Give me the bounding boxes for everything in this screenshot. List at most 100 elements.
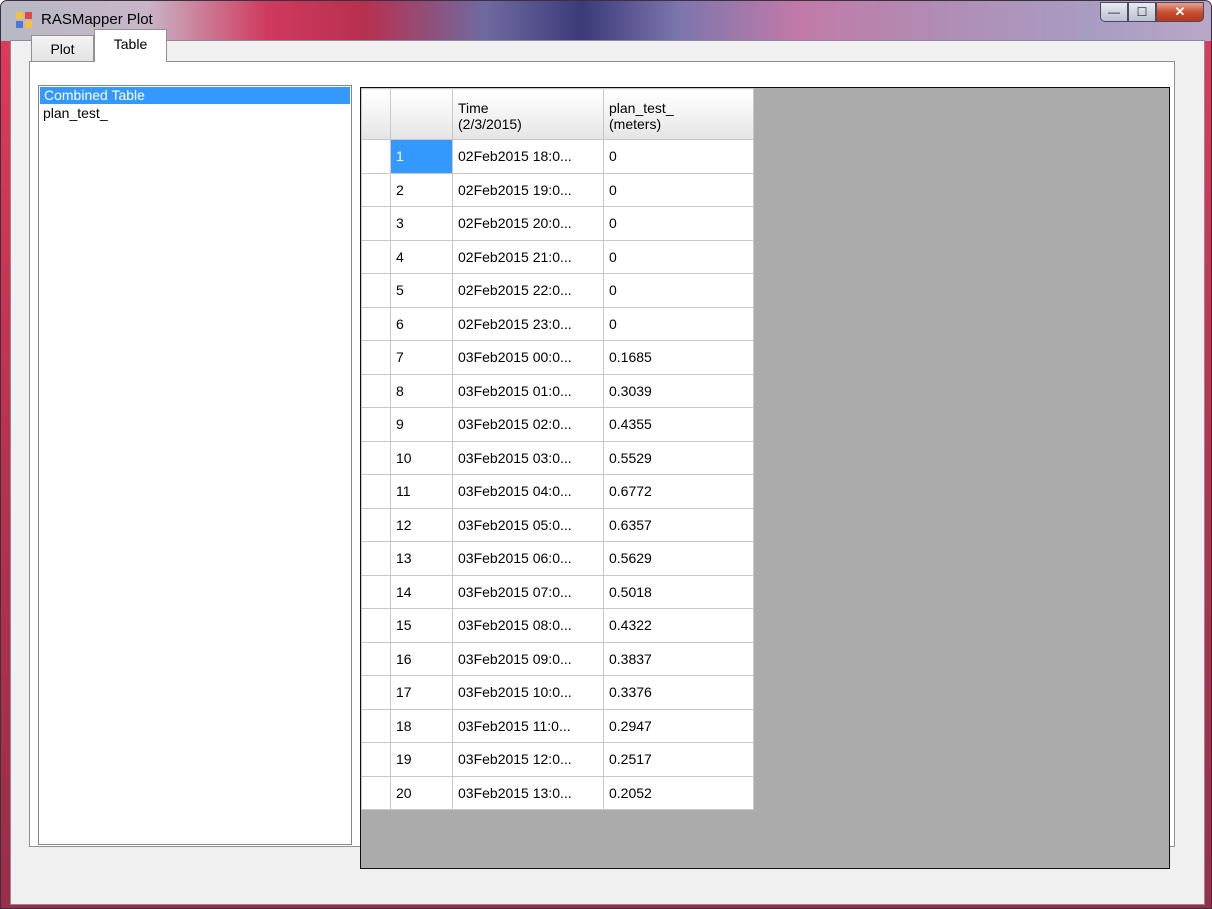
tab-table[interactable]: Table bbox=[94, 29, 167, 62]
row-header[interactable] bbox=[361, 373, 391, 408]
time-cell[interactable]: 02Feb2015 21:0... bbox=[452, 239, 604, 274]
value-cell[interactable]: 0.1685 bbox=[603, 340, 754, 375]
table-row[interactable]: 4 02Feb2015 21:0... 0 bbox=[361, 239, 754, 274]
time-cell[interactable]: 03Feb2015 03:0... bbox=[452, 440, 604, 475]
time-cell[interactable]: 03Feb2015 07:0... bbox=[452, 574, 604, 609]
time-cell[interactable]: 03Feb2015 02:0... bbox=[452, 407, 604, 442]
row-number-cell[interactable]: 16 bbox=[390, 641, 453, 676]
time-cell[interactable]: 03Feb2015 12:0... bbox=[452, 742, 604, 777]
row-header[interactable] bbox=[361, 742, 391, 777]
table-row[interactable]: 10 03Feb2015 03:0... 0.5529 bbox=[361, 440, 754, 475]
list-item-plan-test[interactable]: plan_test_ bbox=[39, 105, 351, 122]
tab-plot[interactable]: Plot bbox=[31, 35, 94, 61]
value-cell[interactable]: 0.4322 bbox=[603, 608, 754, 643]
row-number-cell[interactable]: 10 bbox=[390, 440, 453, 475]
row-number-cell[interactable]: 9 bbox=[390, 407, 453, 442]
value-cell[interactable]: 0 bbox=[603, 139, 754, 174]
time-cell[interactable]: 03Feb2015 09:0... bbox=[452, 641, 604, 676]
value-cell[interactable]: 0.5018 bbox=[603, 574, 754, 609]
value-cell[interactable]: 0 bbox=[603, 239, 754, 274]
table-row[interactable]: 19 03Feb2015 12:0... 0.2517 bbox=[361, 742, 754, 777]
row-number-cell[interactable]: 1 bbox=[390, 139, 453, 174]
row-header[interactable] bbox=[361, 541, 391, 576]
value-cell[interactable]: 0.3039 bbox=[603, 373, 754, 408]
table-row[interactable]: 14 03Feb2015 07:0... 0.5018 bbox=[361, 574, 754, 609]
table-row[interactable]: 8 03Feb2015 01:0... 0.3039 bbox=[361, 373, 754, 408]
value-cell[interactable]: 0 bbox=[603, 273, 754, 308]
data-grid[interactable]: Time (2/3/2015) plan_test_ (meters) 1 02F… bbox=[360, 87, 1170, 869]
row-number-cell[interactable]: 11 bbox=[390, 474, 453, 509]
table-row[interactable]: 1 02Feb2015 18:0... 0 bbox=[361, 139, 754, 174]
table-row[interactable]: 11 03Feb2015 04:0... 0.6772 bbox=[361, 474, 754, 509]
table-row[interactable]: 15 03Feb2015 08:0... 0.4322 bbox=[361, 608, 754, 643]
close-button[interactable]: ✕ bbox=[1156, 2, 1204, 22]
row-header[interactable] bbox=[361, 641, 391, 676]
time-cell[interactable]: 03Feb2015 00:0... bbox=[452, 340, 604, 375]
series-list[interactable]: Combined Table plan_test_ bbox=[38, 85, 352, 845]
minimize-button[interactable]: — bbox=[1100, 2, 1128, 22]
value-cell[interactable]: 0 bbox=[603, 306, 754, 341]
time-cell[interactable]: 03Feb2015 05:0... bbox=[452, 507, 604, 542]
table-row[interactable]: 18 03Feb2015 11:0... 0.2947 bbox=[361, 708, 754, 743]
row-number-cell[interactable]: 15 bbox=[390, 608, 453, 643]
value-cell[interactable]: 0.5529 bbox=[603, 440, 754, 475]
row-number-cell[interactable]: 6 bbox=[390, 306, 453, 341]
time-cell[interactable]: 02Feb2015 18:0... bbox=[452, 139, 604, 174]
time-cell[interactable]: 03Feb2015 06:0... bbox=[452, 541, 604, 576]
value-cell[interactable]: 0.6357 bbox=[603, 507, 754, 542]
row-header-corner[interactable] bbox=[361, 88, 391, 140]
row-number-cell[interactable]: 14 bbox=[390, 574, 453, 609]
table-row[interactable]: 3 02Feb2015 20:0... 0 bbox=[361, 206, 754, 241]
time-cell[interactable]: 02Feb2015 23:0... bbox=[452, 306, 604, 341]
time-cell[interactable]: 03Feb2015 08:0... bbox=[452, 608, 604, 643]
column-header-index[interactable] bbox=[390, 88, 453, 140]
time-cell[interactable]: 03Feb2015 11:0... bbox=[452, 708, 604, 743]
row-header[interactable] bbox=[361, 306, 391, 341]
table-row[interactable]: 20 03Feb2015 13:0... 0.2052 bbox=[361, 775, 754, 810]
time-cell[interactable]: 02Feb2015 22:0... bbox=[452, 273, 604, 308]
time-cell[interactable]: 03Feb2015 01:0... bbox=[452, 373, 604, 408]
table-row[interactable]: 12 03Feb2015 05:0... 0.6357 bbox=[361, 507, 754, 542]
value-cell[interactable]: 0.5629 bbox=[603, 541, 754, 576]
table-row[interactable]: 9 03Feb2015 02:0... 0.4355 bbox=[361, 407, 754, 442]
value-cell[interactable]: 0.4355 bbox=[603, 407, 754, 442]
row-number-cell[interactable]: 5 bbox=[390, 273, 453, 308]
table-row[interactable]: 7 03Feb2015 00:0... 0.1685 bbox=[361, 340, 754, 375]
row-number-cell[interactable]: 3 bbox=[390, 206, 453, 241]
value-cell[interactable]: 0 bbox=[603, 206, 754, 241]
table-row[interactable]: 13 03Feb2015 06:0... 0.5629 bbox=[361, 541, 754, 576]
value-cell[interactable]: 0.2947 bbox=[603, 708, 754, 743]
row-number-cell[interactable]: 12 bbox=[390, 507, 453, 542]
row-number-cell[interactable]: 8 bbox=[390, 373, 453, 408]
row-header[interactable] bbox=[361, 507, 391, 542]
row-header[interactable] bbox=[361, 273, 391, 308]
value-cell[interactable]: 0 bbox=[603, 172, 754, 207]
row-header[interactable] bbox=[361, 608, 391, 643]
time-cell[interactable]: 03Feb2015 13:0... bbox=[452, 775, 604, 810]
row-header[interactable] bbox=[361, 139, 391, 174]
row-number-cell[interactable]: 2 bbox=[390, 172, 453, 207]
row-header[interactable] bbox=[361, 440, 391, 475]
row-number-cell[interactable]: 20 bbox=[390, 775, 453, 810]
row-number-cell[interactable]: 4 bbox=[390, 239, 453, 274]
value-cell[interactable]: 0.2517 bbox=[603, 742, 754, 777]
row-header[interactable] bbox=[361, 775, 391, 810]
row-header[interactable] bbox=[361, 206, 391, 241]
time-cell[interactable]: 02Feb2015 19:0... bbox=[452, 172, 604, 207]
row-header[interactable] bbox=[361, 708, 391, 743]
row-header[interactable] bbox=[361, 407, 391, 442]
table-row[interactable]: 5 02Feb2015 22:0... 0 bbox=[361, 273, 754, 308]
row-number-cell[interactable]: 13 bbox=[390, 541, 453, 576]
time-cell[interactable]: 03Feb2015 04:0... bbox=[452, 474, 604, 509]
time-cell[interactable]: 03Feb2015 10:0... bbox=[452, 675, 604, 710]
title-bar[interactable]: RASMapper Plot — ☐ ✕ bbox=[1, 1, 1211, 41]
table-row[interactable]: 16 03Feb2015 09:0... 0.3837 bbox=[361, 641, 754, 676]
value-cell[interactable]: 0.3837 bbox=[603, 641, 754, 676]
row-number-cell[interactable]: 17 bbox=[390, 675, 453, 710]
column-header-plan-test[interactable]: plan_test_ (meters) bbox=[603, 88, 754, 140]
row-header[interactable] bbox=[361, 172, 391, 207]
row-number-cell[interactable]: 19 bbox=[390, 742, 453, 777]
value-cell[interactable]: 0.6772 bbox=[603, 474, 754, 509]
row-header[interactable] bbox=[361, 239, 391, 274]
row-header[interactable] bbox=[361, 340, 391, 375]
